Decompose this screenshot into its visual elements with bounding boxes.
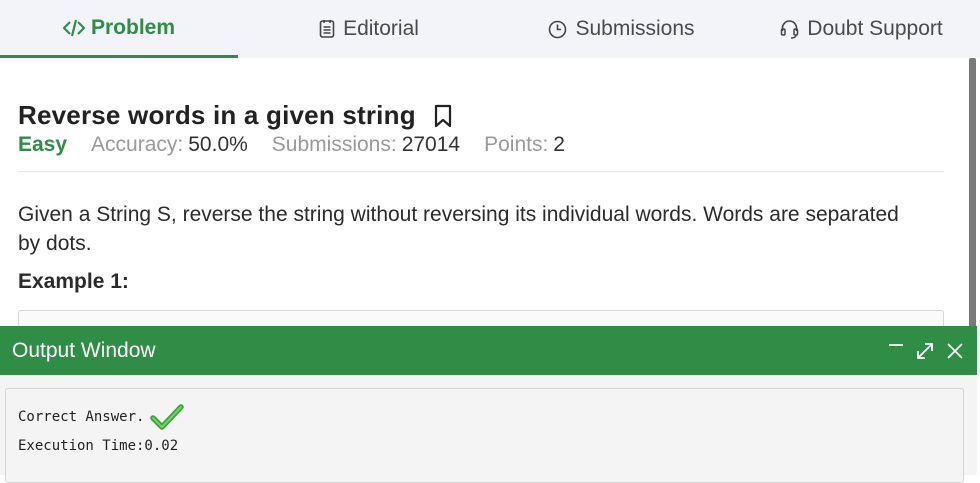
output-panel: Correct Answer. Execution Time:0.02 <box>5 388 964 483</box>
problem-title: Reverse words in a given string <box>18 100 416 130</box>
execution-time: Execution Time:0.02 <box>18 438 179 454</box>
tab-doubt-support[interactable]: Doubt Support <box>743 0 980 58</box>
submissions-value: 27014 <box>401 133 461 156</box>
example-heading: Example 1: <box>18 270 129 293</box>
tab-submissions[interactable]: Submissions <box>500 0 743 58</box>
tab-editorial-label: Editorial <box>343 17 419 40</box>
problem-content: Reverse words in a given string Easy Acc… <box>0 58 970 358</box>
divider <box>18 171 944 172</box>
output-window-title: Output Window <box>12 338 156 362</box>
expand-icon[interactable] <box>915 341 935 361</box>
output-window-body: Correct Answer. Execution Time:0.02 <box>0 375 977 483</box>
output-window-controls <box>887 341 965 361</box>
accuracy-label: Accuracy: <box>91 133 184 156</box>
checkmark-icon <box>150 403 185 431</box>
difficulty-badge: Easy <box>18 133 68 156</box>
problem-tabbar: Problem Editorial Submissions Doubt Supp… <box>0 0 980 58</box>
tab-submissions-label: Submissions <box>575 17 695 40</box>
result-text: Correct Answer. <box>18 409 145 425</box>
headset-icon <box>780 19 799 39</box>
problem-description: Given a String S, reverse the string wit… <box>18 203 899 255</box>
content-scrollbar[interactable] <box>969 58 976 338</box>
clock-icon <box>548 20 567 39</box>
minimize-icon[interactable] <box>887 341 905 361</box>
points-label: Points: <box>484 133 549 156</box>
points-value: 2 <box>553 133 565 156</box>
tab-doubt-support-label: Doubt Support <box>807 17 943 40</box>
problem-title-row: Reverse words in a given string <box>18 100 452 131</box>
tab-problem[interactable]: Problem <box>0 0 238 58</box>
output-window-header: Output Window <box>0 326 977 375</box>
result-line: Correct Answer. <box>18 403 185 431</box>
accuracy-value: 50.0% <box>188 133 248 156</box>
bookmark-icon[interactable] <box>434 104 452 128</box>
document-icon <box>319 19 335 39</box>
tab-problem-label: Problem <box>90 15 176 39</box>
code-icon <box>62 18 85 38</box>
tab-editorial[interactable]: Editorial <box>238 0 500 58</box>
submissions-label: Submissions: <box>271 133 397 156</box>
problem-meta: Easy Accuracy: 50.0% Submissions: 27014 … <box>18 133 589 157</box>
close-icon[interactable] <box>945 341 965 361</box>
